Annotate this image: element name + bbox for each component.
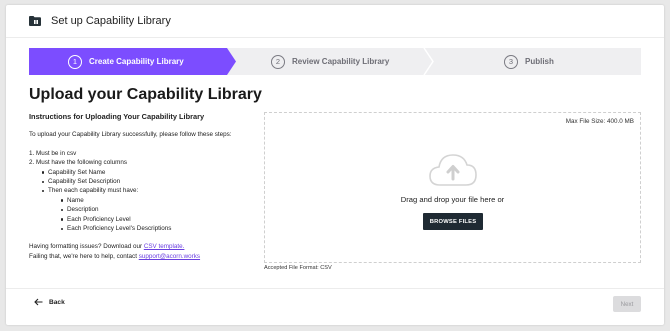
requirements-list: 1. Must be in csv 2. Must have the follo… — [29, 149, 264, 234]
step-label: Review Capability Library — [292, 57, 390, 66]
list-item: 2. Must have the following columns — [29, 159, 128, 167]
help-prefix: Having formatting issues? Download our — [29, 243, 144, 251]
list-item: Then each capability must have: — [29, 186, 264, 195]
browse-files-button[interactable]: BROWSE FILES — [423, 213, 483, 230]
instructions-intro: To upload your Capability Library succes… — [29, 131, 232, 139]
list-item: 1. Must be in csv — [29, 149, 77, 157]
step-label: Publish — [525, 57, 554, 66]
list-item: Capability Set Name — [29, 168, 264, 177]
page-title: Upload your Capability Library — [29, 86, 262, 103]
drag-drop-text: Drag and drop your file here or — [400, 195, 505, 204]
header: Set up Capability Library — [6, 5, 664, 38]
page-header-title: Set up Capability Library — [51, 15, 171, 27]
list-item: Capability Set Description — [29, 177, 264, 186]
setup-card: Set up Capability Library 1 Create Capab… — [6, 5, 664, 325]
step-review[interactable]: 2 Review Capability Library — [271, 48, 389, 75]
step-number: 2 — [271, 54, 285, 69]
max-file-size: Max File Size: 400.0 MB — [565, 118, 634, 125]
footer-divider — [6, 288, 664, 289]
file-dropzone[interactable]: Max File Size: 400.0 MB Drag and drop yo… — [264, 112, 641, 263]
arrow-left-icon — [34, 298, 43, 306]
instructions-heading: Instructions for Uploading Your Capabili… — [29, 112, 205, 121]
step-publish[interactable]: 3 Publish — [504, 48, 554, 75]
list-item: Each Proficiency Level's Descriptions — [29, 224, 264, 233]
support-email-link[interactable]: support@acorn.works — [139, 253, 200, 260]
back-button[interactable]: Back — [34, 298, 65, 306]
back-label: Back — [49, 298, 65, 306]
step-label: Create Capability Library — [89, 57, 184, 66]
accepted-format: Accepted File Format: CSV — [264, 265, 332, 271]
step-number: 1 — [68, 54, 82, 69]
progress-stepper: 1 Create Capability Library 2 Review Cap… — [29, 48, 641, 75]
folder-icon — [29, 16, 41, 26]
step-number: 3 — [504, 54, 518, 69]
csv-template-link[interactable]: CSV template. — [144, 243, 185, 250]
list-item: Name — [29, 196, 264, 205]
step-create[interactable]: 1 Create Capability Library — [68, 48, 184, 75]
contact-prefix: Failing that, we're here to help, contac… — [29, 252, 139, 260]
instructions-panel: Instructions for Uploading Your Capabili… — [29, 112, 264, 261]
list-item: Each Proficiency Level — [29, 215, 264, 224]
help-text: Having formatting issues? Download our C… — [29, 242, 264, 261]
cloud-upload-icon — [429, 154, 477, 186]
list-item: Description — [29, 205, 264, 214]
next-button[interactable]: Next — [613, 296, 641, 312]
